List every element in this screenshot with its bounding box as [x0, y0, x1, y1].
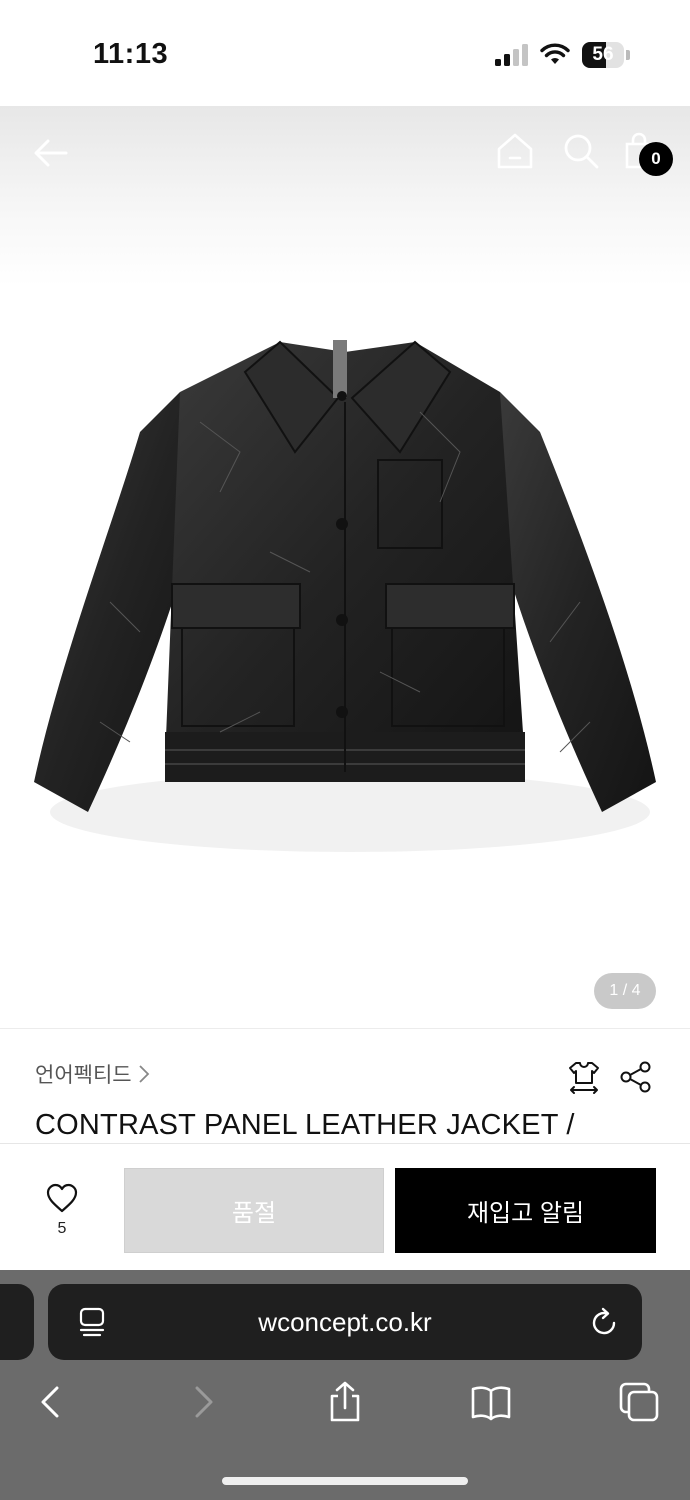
tabs-icon[interactable] — [617, 1380, 661, 1424]
battery-percent: 56 — [592, 44, 614, 65]
cart-count-badge: 0 — [639, 142, 673, 176]
restock-label: 재입고 알림 — [466, 1200, 585, 1227]
browser-share-icon[interactable] — [323, 1380, 367, 1424]
product-photo-leather-jacket — [34, 340, 656, 852]
product-image-gallery[interactable]: 0 1 / 4 — [0, 106, 690, 1028]
product-info: 언어펙티드 CONTRAST PANEL LEATHER JACKET / — [0, 1028, 690, 1144]
address-bar[interactable]: wconcept.co.kr — [48, 1284, 642, 1360]
reload-icon[interactable] — [588, 1306, 620, 1338]
home-indicator — [222, 1477, 468, 1485]
status-bar: 11:13 56 — [0, 0, 690, 106]
chevron-right-icon — [138, 1065, 149, 1083]
battery-indicator: 56 — [582, 42, 630, 68]
soldout-label: 품절 — [231, 1200, 277, 1227]
status-time: 11:13 — [93, 38, 169, 70]
home-icon[interactable] — [494, 130, 536, 172]
arrow-left-icon[interactable] — [30, 132, 72, 174]
browser-forward-icon[interactable] — [180, 1380, 224, 1424]
brand-name: 언어펙티드 — [35, 1064, 132, 1087]
share-icon[interactable] — [618, 1059, 654, 1095]
previous-tab-preview[interactable] — [0, 1284, 34, 1360]
soldout-button[interactable]: 품절 — [124, 1168, 384, 1253]
brand-link[interactable]: 언어펙티드 — [35, 1059, 150, 1089]
size-guide-icon[interactable] — [566, 1059, 602, 1095]
like-count: 5 — [57, 1220, 67, 1237]
like-button[interactable]: 5 — [34, 1182, 90, 1246]
top-nav: 0 — [0, 106, 690, 196]
image-pager: 1 / 4 — [594, 973, 656, 1009]
heart-icon — [46, 1183, 78, 1213]
search-icon[interactable] — [560, 130, 602, 172]
cellular-signal-icon — [495, 44, 528, 66]
purchase-bar: 5 품절 재입고 알림 — [0, 1143, 690, 1270]
wifi-icon — [540, 43, 570, 64]
bookmarks-icon[interactable] — [469, 1380, 513, 1424]
url-text: wconcept.co.kr — [258, 1307, 432, 1337]
browser-back-icon[interactable] — [30, 1380, 74, 1424]
browser-toolbar: wconcept.co.kr — [0, 1270, 690, 1500]
product-name: CONTRAST PANEL LEATHER JACKET / — [35, 1109, 575, 1141]
restock-alert-button[interactable]: 재입고 알림 — [395, 1168, 656, 1253]
